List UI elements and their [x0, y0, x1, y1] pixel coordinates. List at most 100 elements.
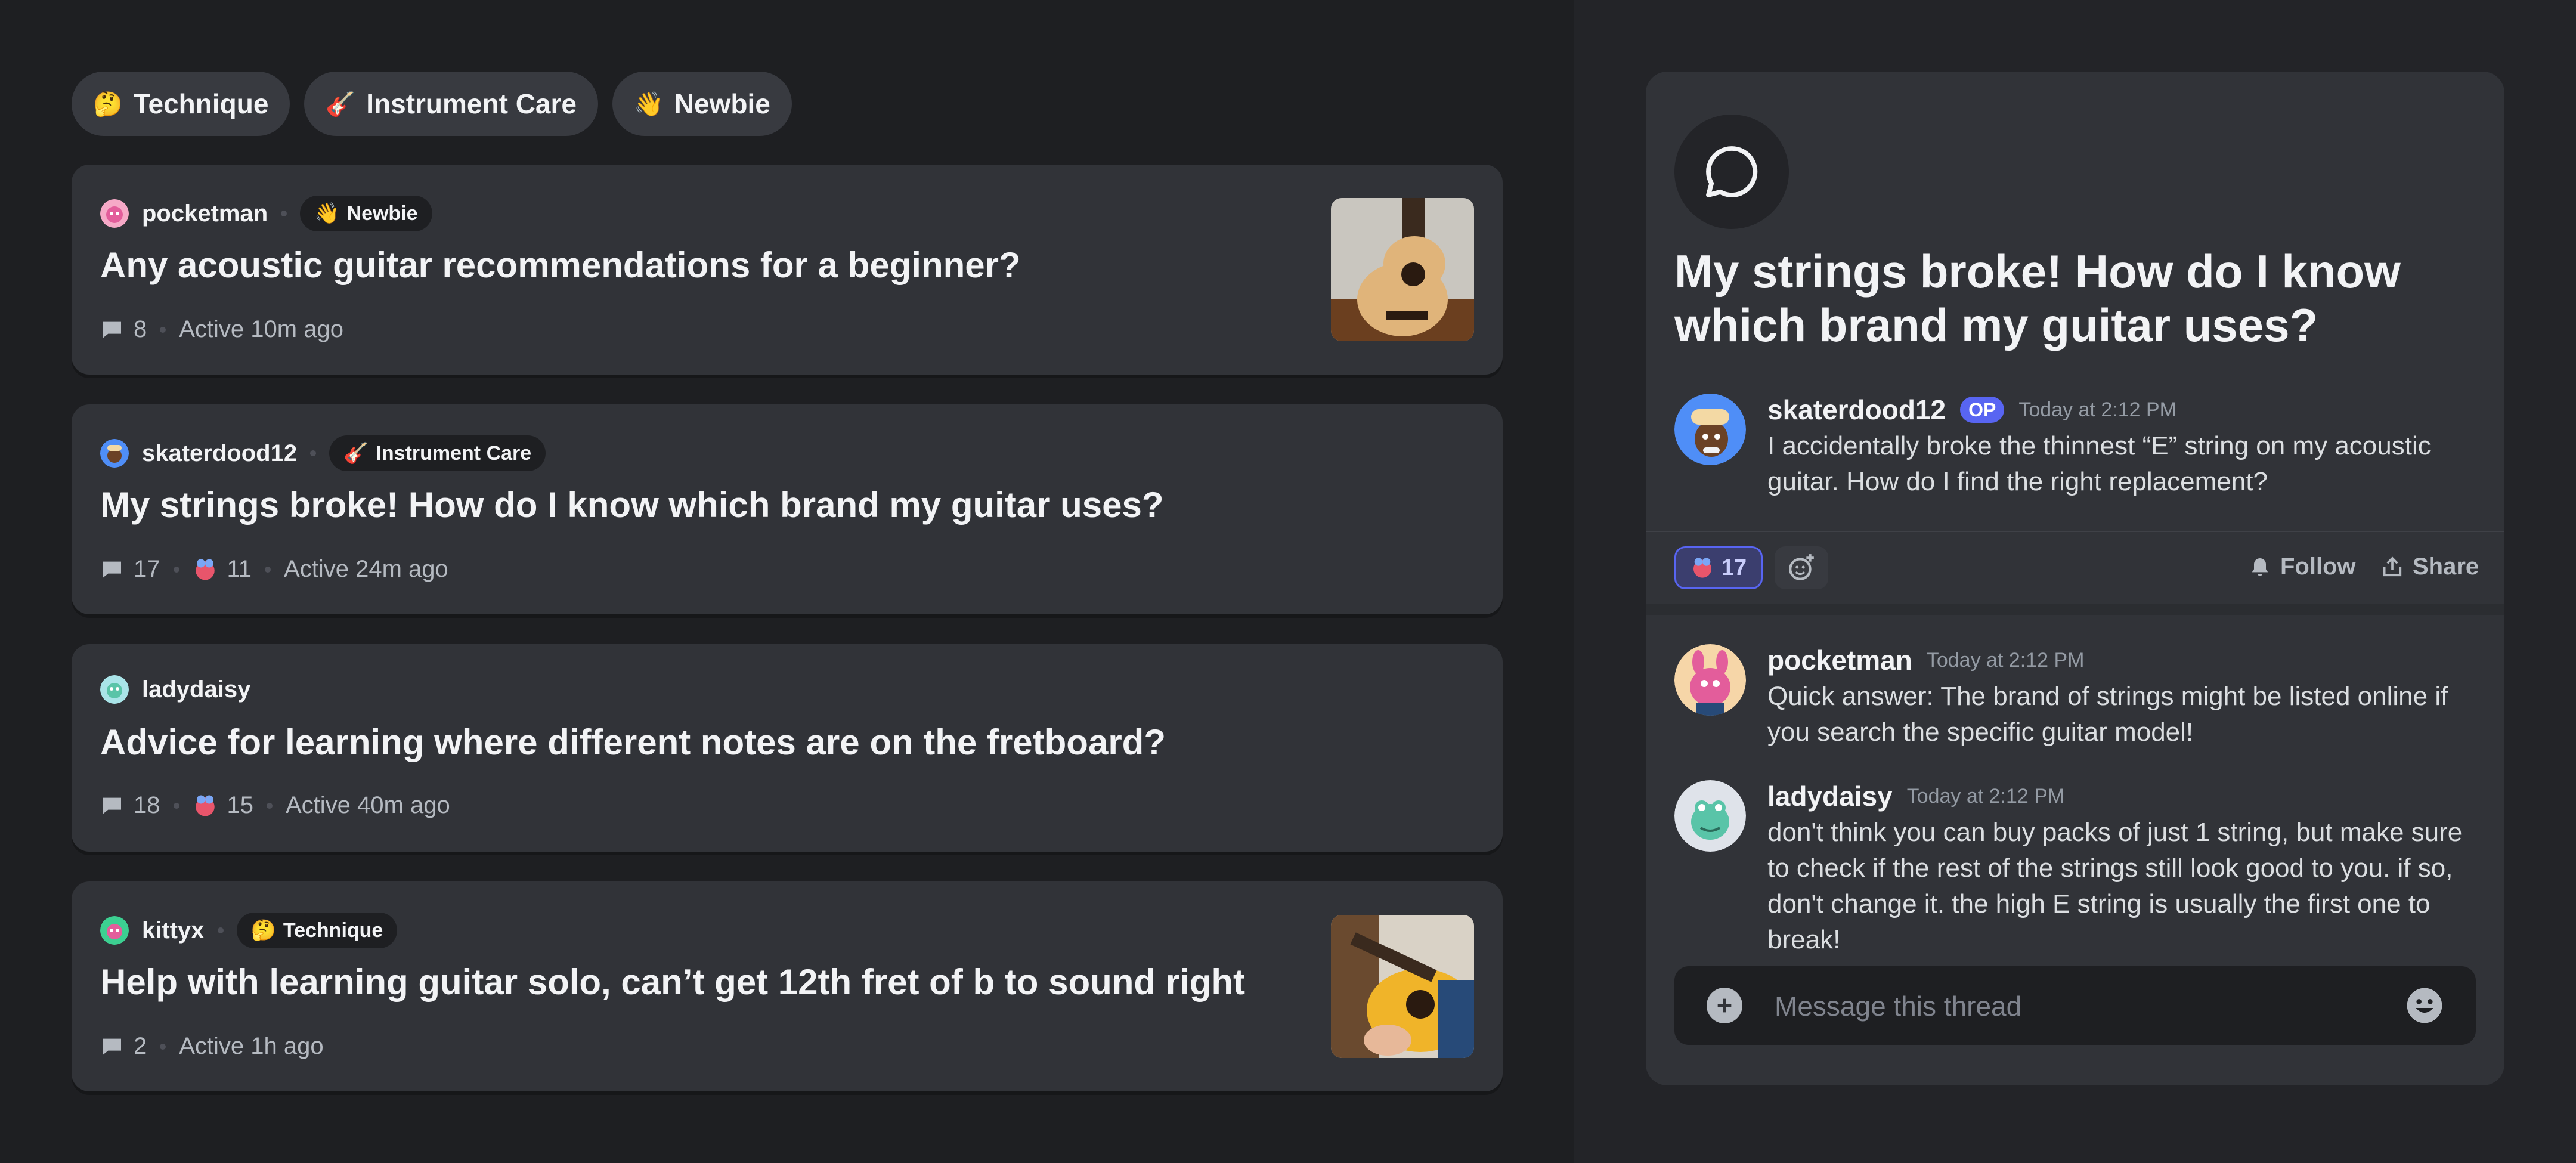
- waving-hand-icon: 👋: [633, 90, 664, 118]
- reaction-emoji-icon: [195, 795, 215, 816]
- reaction-count: 15: [193, 792, 254, 819]
- share-icon: [2383, 556, 2402, 576]
- post-activity: Active 40m ago: [286, 792, 450, 818]
- thinking-face-icon: 🤔: [250, 919, 276, 942]
- post-activity: Active 10m ago: [179, 316, 343, 342]
- message-text: I accidentally broke the thinnest “E” st…: [1767, 431, 2431, 496]
- tag-filter-technique[interactable]: 🤔 Technique: [72, 72, 290, 136]
- tag-filter-instrument-care[interactable]: 🎸 Instrument Care: [304, 72, 598, 136]
- thread-icon-container: [1674, 115, 1789, 229]
- tag-filter-row: 🤔 Technique 🎸 Instrument Care 👋 Newbie: [72, 72, 792, 136]
- post-card[interactable]: pocketman 👋 Newbie Any acoustic guitar r…: [72, 165, 1503, 375]
- message-header: pocketman Today at 2:12 PM: [1767, 644, 2483, 676]
- thread-title: My strings broke! How do I know which br…: [1674, 245, 2401, 351]
- post-meta: ladydaisy: [100, 675, 250, 704]
- message-author[interactable]: pocketman: [1767, 644, 1912, 676]
- post-activity: Active 24m ago: [284, 556, 448, 582]
- separator-dot: [173, 802, 179, 809]
- user-avatar: [100, 439, 129, 468]
- post-thumbnail-guitar-player: [1331, 915, 1474, 1058]
- bell-icon: [2252, 558, 2268, 576]
- reaction-emoji-icon: [1693, 558, 1711, 578]
- tag-filter-label: Newbie: [674, 88, 770, 119]
- follow-label: Follow: [2280, 553, 2356, 580]
- user-avatar[interactable]: [1674, 394, 1746, 465]
- separator-dot: [160, 326, 166, 333]
- tag-filter-newbie[interactable]: 👋 Newbie: [612, 72, 792, 136]
- reaction-emoji-icon: [195, 559, 215, 580]
- share-button[interactable]: Share: [2380, 553, 2479, 580]
- separator-dot: [267, 802, 273, 809]
- thinking-face-icon: 🤔: [93, 90, 123, 118]
- comment-count: 8: [100, 316, 147, 343]
- op-badge: OP: [1960, 397, 2005, 423]
- comment-count-value: 2: [134, 1033, 147, 1059]
- post-author[interactable]: kittyx: [142, 917, 205, 944]
- comment-count: 17: [100, 556, 160, 583]
- post-tag: 👋 Newbie: [300, 196, 432, 231]
- separator-dot: [173, 566, 179, 573]
- tag-filter-label: Instrument Care: [366, 88, 577, 119]
- message-text: Quick answer: The brand of strings might…: [1767, 682, 2448, 747]
- message-author[interactable]: skaterdood12: [1767, 394, 1946, 426]
- emoji-picker-icon[interactable]: [2405, 986, 2444, 1025]
- post-card[interactable]: skaterdood12 🎸 Instrument Care My string…: [72, 404, 1503, 614]
- reaction-pill[interactable]: 17: [1674, 546, 1763, 589]
- reaction-count-value: 11: [227, 556, 252, 582]
- post-title: Help with learning guitar solo, can’t ge…: [100, 962, 1246, 1002]
- comment-count-value: 18: [134, 792, 160, 818]
- post-title: My strings broke! How do I know which br…: [100, 485, 1164, 525]
- follow-button[interactable]: Follow: [2248, 553, 2356, 580]
- message-body: ladydaisy Today at 2:12 PM don't think y…: [1767, 780, 2483, 958]
- post-activity: Active 1h ago: [179, 1033, 324, 1059]
- separator-dot: [217, 927, 224, 933]
- reaction-pill-count: 17: [1721, 555, 1747, 580]
- message-timestamp: Today at 2:12 PM: [1926, 648, 2085, 672]
- post-card[interactable]: kittyx 🤔 Technique Help with learning gu…: [72, 881, 1503, 1091]
- post-author[interactable]: pocketman: [142, 200, 268, 227]
- separator-dot: [310, 450, 317, 456]
- post-stats: 2 Active 1h ago: [100, 1033, 324, 1060]
- post-tag-label: Technique: [283, 918, 383, 942]
- user-avatar: [100, 675, 129, 704]
- separator-dot: [281, 211, 287, 216]
- add-reaction-button[interactable]: [1775, 546, 1828, 589]
- reaction-count-value: 15: [227, 792, 254, 818]
- message-header: ladydaisy Today at 2:12 PM: [1767, 780, 2483, 812]
- comment-count-value: 8: [134, 316, 147, 342]
- reaction-count: 11: [193, 556, 252, 583]
- separator-dot: [160, 1043, 166, 1050]
- comment-count: 2: [100, 1033, 147, 1060]
- attach-button[interactable]: [1707, 988, 1742, 1023]
- message-header: skaterdood12 OP Today at 2:12 PM: [1767, 394, 2483, 426]
- post-author[interactable]: skaterdood12: [142, 440, 297, 467]
- user-avatar[interactable]: [1674, 644, 1746, 716]
- message-author[interactable]: ladydaisy: [1767, 780, 1893, 812]
- post-meta: skaterdood12 🎸 Instrument Care: [100, 435, 546, 471]
- post-author[interactable]: ladydaisy: [142, 676, 250, 703]
- comment-count-value: 17: [134, 556, 160, 582]
- comment-count: 18: [100, 792, 160, 819]
- post-tag: 🤔 Technique: [236, 913, 398, 948]
- post-title: Advice for learning where different note…: [100, 722, 1166, 762]
- post-meta: kittyx 🤔 Technique: [100, 913, 398, 948]
- post-title: Any acoustic guitar recommendations for …: [100, 245, 1021, 285]
- post-card[interactable]: ladydaisy Advice for learning where diff…: [72, 644, 1503, 852]
- message-icon: [103, 1038, 121, 1054]
- user-avatar[interactable]: [1674, 780, 1746, 852]
- message-icon: [103, 321, 121, 338]
- thread-bubble-icon: [1706, 146, 1758, 197]
- user-avatar: [100, 916, 129, 945]
- forum-post-list-pane: 🤔 Technique 🎸 Instrument Care 👋 Newbie p…: [0, 0, 1574, 1163]
- post-tag-label: Newbie: [346, 202, 418, 225]
- post-stats: 8 Active 10m ago: [100, 316, 343, 343]
- thread-panel: My strings broke! How do I know which br…: [1646, 72, 2504, 1085]
- post-thumbnail-acoustic-guitar: [1331, 198, 1474, 341]
- message-body: skaterdood12 OP Today at 2:12 PM I accid…: [1767, 394, 2483, 500]
- thread-actions-bar: 17 Follow Share: [1646, 531, 2504, 615]
- post-meta: pocketman 👋 Newbie: [100, 196, 432, 231]
- message-timestamp: Today at 2:12 PM: [1906, 784, 2065, 808]
- tag-filter-label: Technique: [133, 88, 269, 119]
- message-input[interactable]: [1773, 980, 2372, 1032]
- waving-hand-icon: 👋: [314, 202, 340, 225]
